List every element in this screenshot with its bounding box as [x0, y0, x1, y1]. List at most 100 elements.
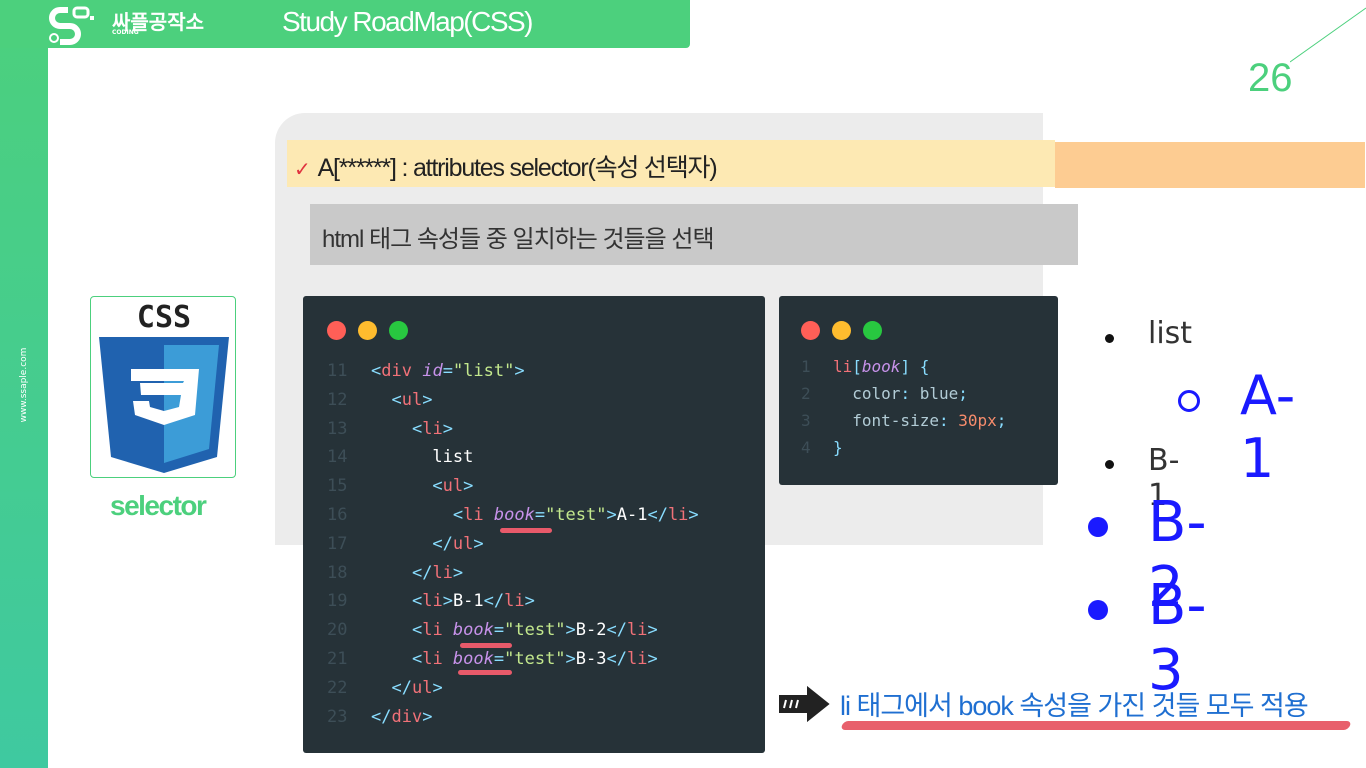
code-token: < — [411, 591, 423, 612]
code-token: book — [442, 649, 494, 669]
page-number: 26 — [1248, 56, 1293, 100]
code-line: 15 <ul> — [327, 472, 473, 501]
code-token: < — [371, 361, 382, 381]
code-line: 23 </div> — [327, 703, 432, 732]
html-code-window: 11 <div id="list"> 12 <ul> 13 <li> 14 list 15… — [303, 296, 765, 753]
line-number: 22 — [327, 677, 348, 698]
brand-name: 싸플공작소 CODING — [112, 10, 204, 36]
code-token: [ — [852, 357, 862, 376]
code-token: ul — [401, 389, 423, 410]
code-token: </ — [606, 649, 627, 669]
window-dot-icon — [327, 321, 346, 340]
code-token: : — [900, 384, 920, 403]
line-number: 17 — [327, 533, 348, 554]
code-line: 13 <li> — [327, 415, 453, 444]
code-token: li — [504, 591, 525, 612]
code-token: color — [833, 384, 901, 403]
code-token: < — [391, 389, 402, 410]
highlight-underline — [500, 528, 552, 533]
window-dot-icon — [863, 321, 882, 340]
code-token: > — [473, 533, 484, 554]
line-number: 11 — [327, 361, 348, 381]
code-token: > — [606, 505, 617, 525]
topic-highlight-extension — [1055, 142, 1365, 188]
code-token: </ — [647, 505, 668, 525]
code-line: 11 <div id="list"> — [327, 357, 525, 386]
code-token: ; — [996, 411, 1007, 430]
code-token: > — [442, 418, 453, 439]
code-token: li — [422, 649, 443, 669]
logo-caption: selector — [110, 490, 207, 521]
code-token: > — [452, 562, 464, 583]
code-token: </ — [432, 533, 453, 554]
code-token: > — [514, 361, 525, 381]
code-token: list — [371, 447, 474, 468]
css-code-window: 1 li[book] {2 color: blue; 3 font-size: 30… — [779, 296, 1058, 485]
description-text: html 태그 속성들 중 일치하는 것들을 선택 — [322, 226, 715, 253]
code-line: 14 list — [327, 443, 473, 472]
header-title: Study RoadMap(CSS) — [282, 6, 534, 37]
line-number: 15 — [327, 476, 348, 497]
note-text: li 태그에서 book 속성을 가진 것들 모두 적용 — [840, 691, 1309, 721]
code-line: 4} — [801, 433, 843, 462]
code-token: > — [565, 620, 576, 641]
code-token: li — [833, 357, 853, 376]
code-token: > — [463, 476, 474, 497]
highlight-underline — [460, 643, 512, 648]
line-number: 23 — [327, 706, 348, 727]
bullet-disc-icon — [1088, 600, 1108, 620]
code-token: = — [442, 361, 453, 381]
code-token: li — [667, 505, 689, 525]
code-token: ul — [442, 476, 464, 497]
code-token: </ — [391, 677, 412, 698]
window-controls — [801, 321, 882, 340]
code-token: > — [422, 706, 433, 727]
line-number: 21 — [327, 649, 348, 669]
line-number: 1 — [801, 357, 811, 376]
code-line: 1 li[book] { — [801, 352, 929, 381]
code-token: li — [422, 591, 443, 612]
line-number: 2 — [801, 384, 811, 403]
css3-logo: CSS — [90, 296, 236, 478]
code-token: > — [688, 505, 699, 525]
header-bar: 싸플공작소 CODING Study RoadMap(CSS) — [0, 0, 690, 48]
code-token: < — [411, 418, 423, 439]
code-line: 3 font-size: 30px; — [801, 406, 1006, 435]
bullet-disc-icon — [1088, 517, 1108, 537]
code-token: ul — [452, 533, 474, 554]
css3-shield-icon: CSS — [99, 300, 229, 473]
code-token: B-3 — [575, 649, 607, 669]
code-line: 17 </ul> — [327, 530, 484, 559]
code-token: > — [422, 389, 433, 410]
code-token: li — [627, 649, 648, 669]
arrow-right-icon — [779, 686, 830, 722]
code-token: 30px — [958, 411, 997, 430]
decorative-line — [1290, 7, 1366, 63]
code-token: : — [938, 411, 959, 430]
code-token: </ — [411, 562, 433, 583]
code-line: 22 </ul> — [327, 674, 443, 703]
svg-text:CSS: CSS — [137, 300, 191, 335]
code-token: } — [833, 438, 843, 457]
code-line: 12 <ul> — [327, 386, 432, 415]
code-token: "test" — [545, 505, 607, 525]
window-dot-icon — [358, 321, 377, 340]
line-number: 19 — [327, 591, 348, 612]
code-line: 16 <li book="test">A-1</li> — [327, 501, 699, 530]
code-token: > — [565, 649, 576, 669]
line-number: 14 — [327, 447, 348, 468]
code-token: < — [411, 649, 423, 669]
line-number: 18 — [327, 562, 348, 583]
window-dot-icon — [389, 321, 408, 340]
website-text: www.ssaple.com — [19, 347, 29, 423]
code-token: id — [411, 361, 443, 381]
code-line: 19 <li>B-1</li> — [327, 587, 535, 616]
line-number: 12 — [327, 389, 348, 410]
